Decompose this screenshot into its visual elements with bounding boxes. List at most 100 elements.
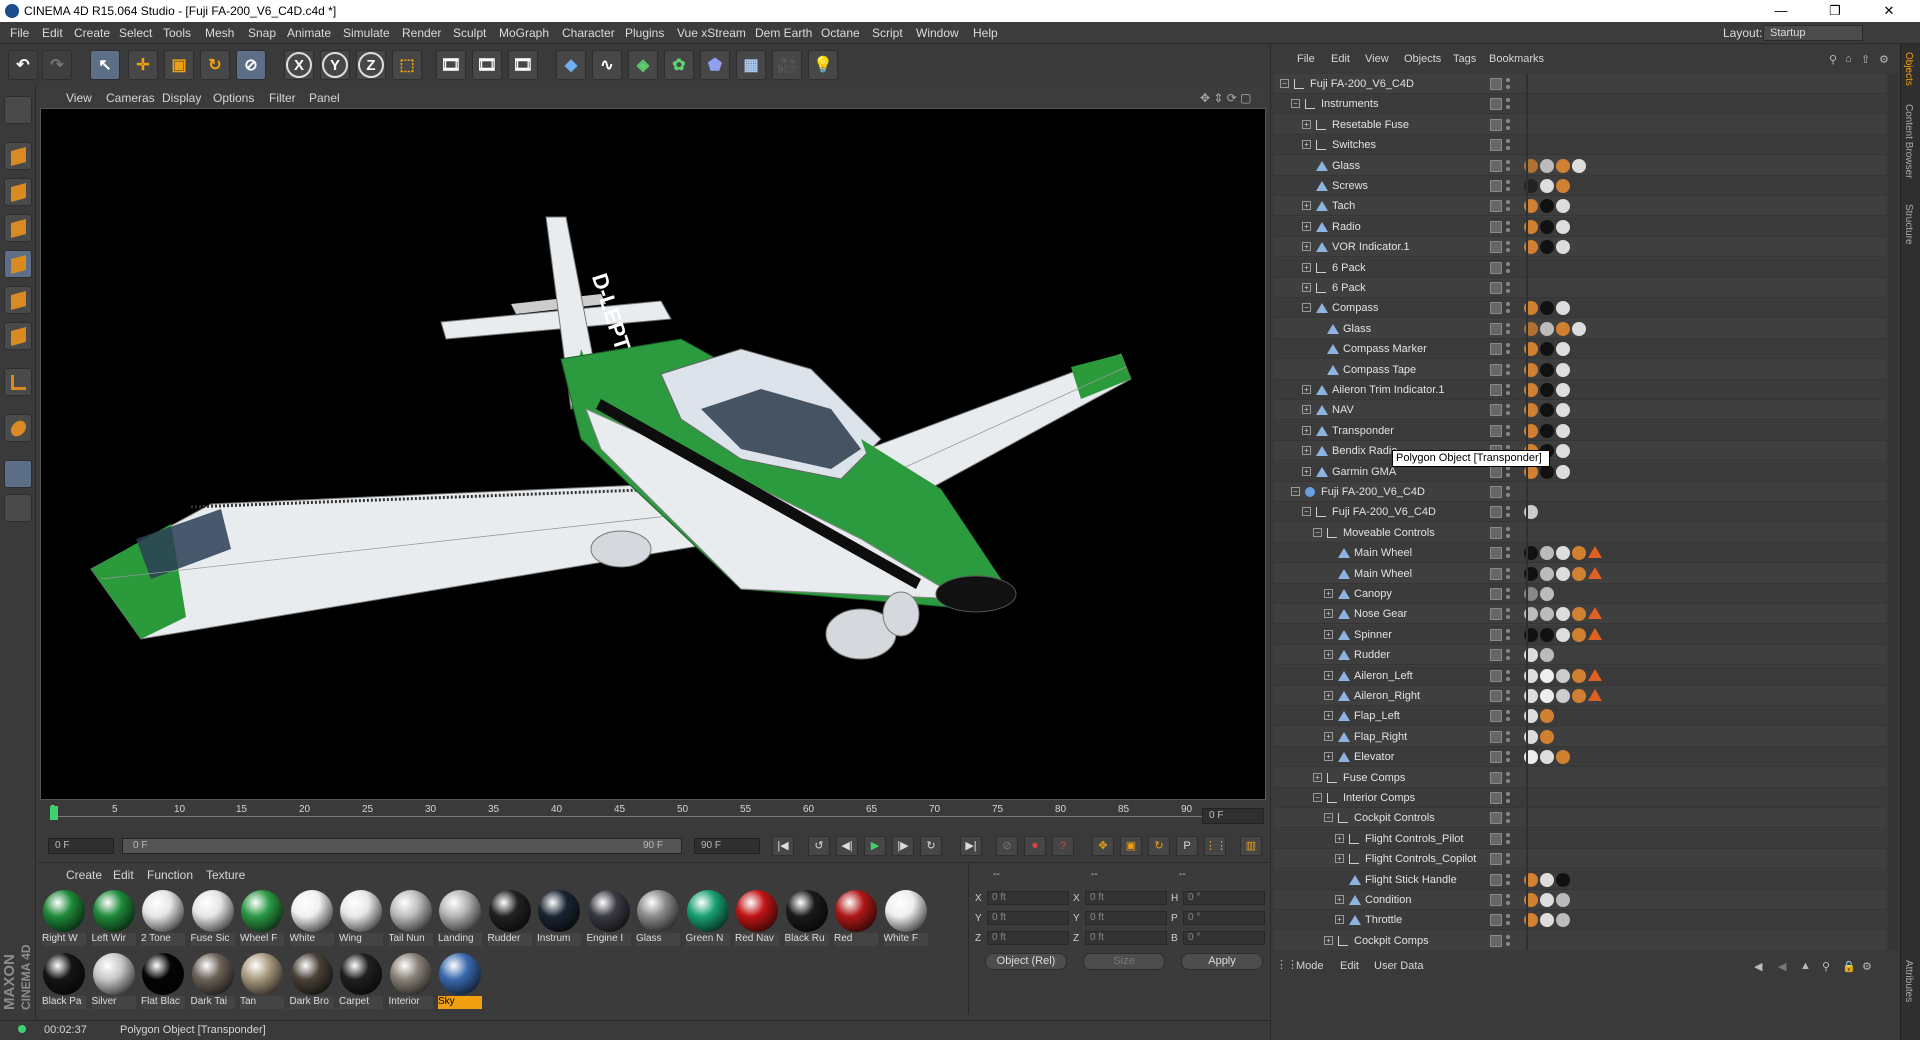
object-row[interactable]: + VOR Indicator.1: [1274, 237, 1886, 258]
object-name[interactable]: Compass Tape: [1343, 364, 1416, 376]
tag-icon[interactable]: [1540, 607, 1554, 622]
timeline-playhead[interactable]: [50, 806, 58, 820]
coord-size-z-field[interactable]: 0 ft: [1085, 931, 1167, 945]
objects-menu-view[interactable]: View: [1365, 53, 1389, 65]
cube-object-icon[interactable]: ◆: [556, 50, 586, 80]
object-row[interactable]: + Bendix Radio: [1274, 441, 1886, 462]
material-swatch[interactable]: Wheel F: [240, 888, 284, 948]
expand-icon[interactable]: +: [1302, 385, 1311, 394]
object-name[interactable]: Fuji FA-200_V6_C4D: [1310, 78, 1414, 90]
tag-icon[interactable]: [1540, 362, 1554, 377]
layer-toggle-icon[interactable]: [1490, 649, 1502, 662]
x-axis-lock[interactable]: X: [284, 50, 314, 80]
material-swatch[interactable]: Interior: [388, 951, 433, 1011]
expand-icon[interactable]: +: [1302, 446, 1311, 456]
visibility-dots-icon[interactable]: [1506, 97, 1510, 111]
expand-icon[interactable]: +: [1324, 629, 1333, 639]
viewport-navigation-icons[interactable]: ✥ ⇕ ⟳ ▢: [1200, 91, 1252, 105]
expand-icon[interactable]: +: [1302, 425, 1311, 435]
tag-icon[interactable]: [1540, 321, 1554, 336]
tag-icon[interactable]: [1540, 240, 1554, 255]
object-manager-home-icon[interactable]: ⌂: [1845, 53, 1852, 65]
tag-icon[interactable]: [1556, 321, 1570, 336]
timeline-window-icon[interactable]: ▥: [1240, 836, 1262, 856]
visibility-dots-icon[interactable]: [1506, 811, 1510, 825]
object-row[interactable]: Flight Stick Handle: [1274, 869, 1886, 890]
visibility-dots-icon[interactable]: [1506, 567, 1510, 581]
layer-toggle-icon[interactable]: [1490, 894, 1502, 906]
render-view-icon[interactable]: 🎞: [436, 50, 466, 80]
material-swatch[interactable]: Black Pa: [42, 951, 86, 1011]
tag-icon[interactable]: [1572, 627, 1586, 642]
object-row[interactable]: − Instruments: [1274, 94, 1886, 115]
model-mode-icon[interactable]: [4, 142, 32, 170]
material-swatch[interactable]: Left Wir: [91, 888, 136, 948]
attributes-settings-icon[interactable]: ⚙: [1862, 960, 1872, 973]
layer-toggle-icon[interactable]: [1490, 282, 1502, 294]
material-swatch[interactable]: Sky: [438, 951, 482, 1011]
menu-script[interactable]: Script: [872, 26, 903, 40]
object-row[interactable]: + Rudder: [1274, 645, 1886, 666]
visibility-dots-icon[interactable]: [1506, 485, 1510, 499]
coord-size-x-field[interactable]: 0 ft: [1085, 891, 1167, 905]
object-manager-up-icon[interactable]: ⇧: [1861, 53, 1870, 66]
menu-create[interactable]: Create: [74, 26, 110, 40]
expand-icon[interactable]: +: [1302, 262, 1311, 272]
material-swatch[interactable]: Tail Nun: [388, 888, 433, 948]
expand-icon[interactable]: +: [1302, 283, 1311, 292]
visibility-dots-icon[interactable]: [1506, 261, 1510, 275]
side-tab-attributes[interactable]: Attributes: [1903, 960, 1914, 1002]
expand-icon[interactable]: +: [1324, 609, 1333, 619]
tag-icon[interactable]: [1540, 546, 1554, 561]
layer-toggle-icon[interactable]: [1490, 792, 1502, 804]
layer-toggle-icon[interactable]: [1490, 710, 1502, 723]
object-name[interactable]: Compass: [1332, 302, 1378, 314]
object-row[interactable]: + Cockpit Comps: [1274, 931, 1886, 950]
object-name[interactable]: Canopy: [1354, 588, 1392, 600]
layer-toggle-icon[interactable]: [1490, 241, 1502, 254]
menu-select[interactable]: Select: [119, 26, 152, 40]
object-row[interactable]: + Radio: [1274, 216, 1886, 237]
undo-icon[interactable]: ↶: [8, 50, 38, 80]
tag-icon[interactable]: [1556, 219, 1570, 234]
render-settings-icon[interactable]: 🎞: [508, 50, 538, 80]
object-name[interactable]: Fuse Comps: [1343, 772, 1405, 784]
objects-menu-file[interactable]: File: [1297, 53, 1315, 65]
spline-pen-icon[interactable]: ∿: [592, 50, 622, 80]
object-name[interactable]: Switches: [1332, 139, 1376, 151]
expand-icon[interactable]: +: [1302, 119, 1311, 129]
current-frame-field[interactable]: 0 F: [1202, 808, 1264, 824]
material-menu-texture[interactable]: Texture: [206, 868, 245, 882]
object-name[interactable]: Flight Controls_Copilot: [1365, 853, 1476, 865]
tag-icon[interactable]: [1556, 240, 1570, 255]
object-row[interactable]: + Throttle: [1274, 910, 1886, 931]
menu-character[interactable]: Character: [562, 26, 615, 40]
layer-toggle-icon[interactable]: [1490, 751, 1502, 764]
object-row[interactable]: Screws: [1274, 176, 1886, 196]
tag-icon[interactable]: [1556, 362, 1570, 377]
expand-icon[interactable]: +: [1302, 242, 1311, 252]
object-name[interactable]: Glass: [1332, 160, 1360, 172]
visibility-dots-icon[interactable]: [1506, 118, 1510, 132]
tag-icon[interactable]: [1588, 689, 1602, 701]
material-swatch[interactable]: Glass: [636, 888, 680, 948]
tag-icon[interactable]: [1572, 668, 1586, 683]
attributes-search-icon[interactable]: ⚲: [1822, 960, 1830, 973]
tag-icon[interactable]: [1572, 321, 1586, 336]
coord-pos-z-field[interactable]: 0 ft: [987, 931, 1069, 945]
material-swatch[interactable]: Red: [834, 888, 878, 948]
object-name[interactable]: Cockpit Comps: [1354, 935, 1429, 947]
object-row[interactable]: + Switches: [1274, 135, 1886, 156]
layer-toggle-icon[interactable]: [1490, 547, 1502, 560]
object-row[interactable]: Main Wheel: [1274, 543, 1886, 564]
object-row[interactable]: Main Wheel: [1274, 564, 1886, 584]
menu-edit[interactable]: Edit: [42, 26, 63, 40]
object-manager-options-icon[interactable]: ⚙: [1879, 53, 1889, 66]
object-row[interactable]: − Fuji FA-200_V6_C4D: [1274, 502, 1886, 523]
object-name[interactable]: Flap_Right: [1354, 731, 1407, 743]
visibility-dots-icon[interactable]: [1506, 526, 1510, 540]
viewport-menu-cameras[interactable]: Cameras: [106, 91, 155, 105]
collapse-icon[interactable]: −: [1302, 303, 1311, 313]
tag-icon[interactable]: [1540, 301, 1554, 316]
expand-icon[interactable]: +: [1324, 650, 1333, 660]
